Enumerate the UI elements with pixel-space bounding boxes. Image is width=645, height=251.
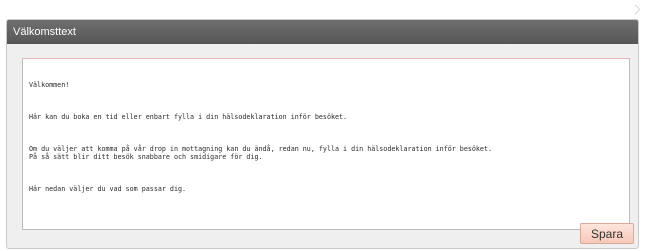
panel-title: Välkomsttext — [7, 20, 638, 44]
editor-content[interactable]: Välkommen! Här kan du boka en tid eller … — [23, 59, 629, 229]
editor-line-drop-in: Om du väljer att komma på vår drop in mo… — [29, 145, 493, 161]
editor-line-choose: Här nedan väljer du vad som passar dig. — [29, 185, 187, 193]
welcome-text-editor[interactable]: Välkommen! Här kan du boka en tid eller … — [22, 58, 630, 230]
corner-mark — [630, 4, 641, 15]
editor-line-greeting: Välkommen! — [29, 81, 70, 89]
editor-line-intro: Här kan du boka en tid eller enbart fyll… — [29, 113, 348, 121]
welcome-text-panel: Välkomsttext Välkommen! Här kan du boka … — [6, 19, 639, 249]
save-button[interactable]: Spara — [580, 223, 634, 244]
